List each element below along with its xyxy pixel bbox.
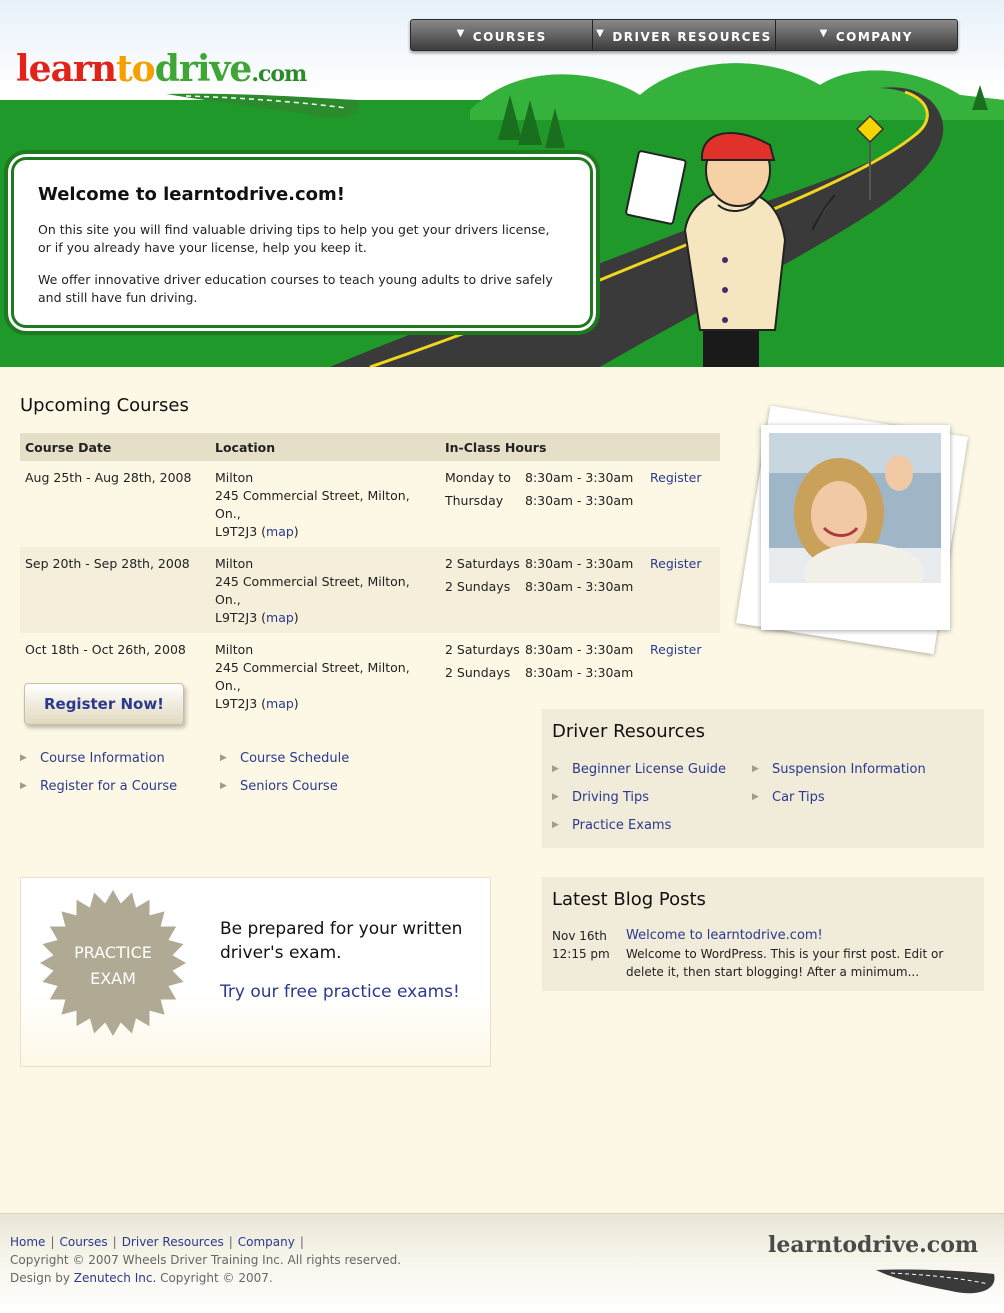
footer-copyright: Copyright © 2007 Wheels Driver Training … [10, 1253, 402, 1267]
course-hours: 2 Saturdays 8:30am - 3:30am 2 Sundays 8:30… [445, 642, 634, 680]
polaroid-front [761, 425, 950, 630]
column-header: In-Class Hours [440, 433, 645, 461]
upcoming-courses-title: Upcoming Courses [20, 395, 189, 416]
practice-exam-promo[interactable]: PRACTICE EXAM Be prepared for your writt… [20, 877, 491, 1067]
register-now-button[interactable]: Register Now! [24, 683, 184, 725]
footer: Home | Courses | Driver Resources | Company | C… [0, 1213, 1004, 1313]
badge-line-2: EXAM [90, 969, 136, 988]
welcome-title: Welcome to learntodrive.com! [38, 184, 345, 205]
welcome-panel: Welcome to learntodrive.com! On this sit… [4, 150, 600, 335]
map-link[interactable]: map [266, 610, 294, 625]
register-link[interactable]: Register [650, 470, 701, 485]
list-item: ▶ Seniors Course [220, 778, 338, 794]
student-photo [732, 400, 992, 660]
welcome-paragraph: We offer innovative driver education cou… [38, 272, 553, 305]
register-link[interactable]: Register [650, 642, 701, 657]
bullet-arrow-icon: ▶ [552, 820, 559, 830]
photo-girl-with-keys [769, 433, 941, 583]
practice-exam-badge-icon: PRACTICE EXAM [40, 890, 186, 1036]
bullet-arrow-icon: ▶ [752, 764, 759, 774]
dropdown-arrow-icon: ▼ [819, 27, 829, 39]
blog-post-title-link[interactable]: Welcome to learntodrive.com! [626, 928, 823, 943]
course-links-left: ▶ Course Information ▶ Register for a Cour… [20, 744, 210, 800]
list-item: ▶ Driving Tips [552, 789, 650, 805]
footer-links: Home | Courses | Driver Resources | Company | [10, 1235, 304, 1249]
resource-links-right: ▶ Suspension Information ▶ Car Tips [752, 755, 972, 811]
footer-logo[interactable]: learntodrive.com [766, 1232, 996, 1302]
course-location: Milton 245 Commercial Street, Milton, On… [215, 642, 410, 711]
footer-link-company[interactable]: Company [238, 1235, 295, 1249]
course-hours: 2 Saturdays 8:30am - 3:30am 2 Sundays 8:30… [440, 547, 645, 633]
bullet-arrow-icon: ▶ [220, 781, 227, 791]
resource-links-left: ▶ Beginner License Guide ▶ Driving Tips ▶ P… [552, 755, 752, 839]
course-date: Aug 25th - Aug 28th, 2008 [25, 470, 192, 485]
course-location: Milton 245 Commercial Street, Milton, On… [210, 547, 440, 633]
logo-text: learntodrive.com [16, 48, 307, 90]
site-logo[interactable]: learntodrive.com [16, 48, 366, 124]
blog-post-date: Nov 16th 12:15 pm [552, 929, 610, 961]
bullet-arrow-icon: ▶ [220, 753, 227, 763]
footer-link-courses[interactable]: Courses [59, 1235, 107, 1249]
blog-post-excerpt: Welcome to WordPress. This is your first… [626, 947, 944, 979]
bullet-arrow-icon: ▶ [552, 792, 559, 802]
badge-line-1: PRACTICE [74, 943, 152, 962]
practice-exams-link[interactable]: Try our free practice exams! [220, 982, 460, 1002]
nav-courses[interactable]: ▼ COURSES [411, 20, 594, 50]
course-links-right: ▶ Course Schedule ▶ Seniors Course [220, 744, 410, 800]
welcome-paragraph: On this site you will find valuable driv… [38, 222, 550, 255]
column-header: Location [210, 433, 440, 461]
designer-link[interactable]: Zenutech Inc. [74, 1271, 156, 1285]
nav-company[interactable]: ▼ COMPANY [776, 20, 957, 50]
column-header [645, 433, 720, 461]
latest-blog-panel: Latest Blog Posts Nov 16th 12:15 pm Welc… [542, 877, 984, 991]
list-item: ▶ Suspension Information [752, 761, 926, 777]
table-row: Aug 25th - Aug 28th, 2008 Milton 245 Com… [20, 461, 720, 547]
bullet-arrow-icon: ▶ [20, 753, 27, 763]
blog-title: Latest Blog Posts [552, 889, 706, 910]
main-navigation: ▼ COURSES ▼ DRIVER RESOURCES ▼ COMPANY [410, 19, 958, 51]
footer-link-driver-resources[interactable]: Driver Resources [122, 1235, 224, 1249]
courses-table: Course Date Location In-Class Hours Aug … [20, 433, 720, 719]
footer-link-home[interactable]: Home [10, 1235, 45, 1249]
dropdown-arrow-icon: ▼ [456, 27, 466, 39]
header-banner: learntodrive.com ▼ COURSES ▼ DRIVER RESO… [0, 0, 1004, 367]
list-item: ▶ Register for a Course [20, 778, 178, 794]
table-row: Sep 20th - Sep 28th, 2008 Milton 245 Com… [20, 547, 720, 633]
list-item: ▶ Course Information [20, 750, 165, 766]
footer-logo-text: learntodrive.com [768, 1232, 979, 1258]
register-link[interactable]: Register [650, 556, 701, 571]
course-date: Sep 20th - Sep 28th, 2008 [20, 547, 210, 633]
footer-design-credit: Design by Zenutech Inc. Copyright © 2007… [10, 1271, 273, 1285]
map-link[interactable]: map [266, 696, 294, 711]
nav-driver-resources[interactable]: ▼ DRIVER RESOURCES [593, 20, 776, 50]
bullet-arrow-icon: ▶ [752, 792, 759, 802]
practice-headline: Be prepared for your written driver's ex… [220, 919, 463, 963]
course-hours: Monday to 8:30am - 3:30am Thursday 8:30am … [445, 470, 634, 508]
driver-resources-title: Driver Resources [552, 721, 706, 742]
bullet-arrow-icon: ▶ [552, 764, 559, 774]
bullet-arrow-icon: ▶ [20, 781, 27, 791]
list-item: ▶ Car Tips [752, 789, 825, 805]
list-item: ▶ Course Schedule [220, 750, 350, 766]
driver-resources-panel: Driver Resources ▶ Beginner License Guide… [542, 709, 984, 848]
list-item: ▶ Practice Exams [552, 817, 672, 833]
list-item: ▶ Beginner License Guide [552, 761, 727, 777]
map-link[interactable]: map [266, 524, 294, 539]
column-header: Course Date [20, 433, 210, 461]
course-location: Milton 245 Commercial Street, Milton, On… [215, 470, 410, 539]
dropdown-arrow-icon: ▼ [596, 27, 606, 39]
